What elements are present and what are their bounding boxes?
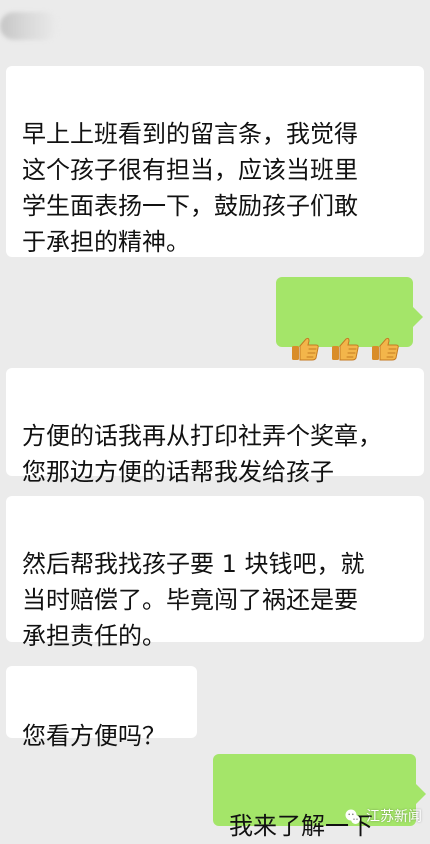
thumbs-up-icon: [331, 337, 359, 361]
message-text: 早上上班看到的留言条，我觉得 这个孩子很有担当，应该当班里 学生面表扬一下，鼓励…: [22, 120, 358, 256]
message-bubble-incoming: 然后帮我找孩子要 1 块钱吧，就 当时赔偿了。毕竟闯了祸还是要 承担责任的。: [6, 496, 424, 650]
wechat-icon: [345, 809, 360, 824]
source-watermark: 江苏新闻: [344, 808, 422, 826]
thumbs-up-icon: [291, 337, 319, 361]
thumbs-up-icon: [371, 337, 399, 361]
thumbs-up-emoji-row: [286, 325, 403, 371]
message-bubble-incoming: 早上上班看到的留言条，我觉得 这个孩子很有担当，应该当班里 学生面表扬一下，鼓励…: [6, 66, 424, 257]
message-bubble-incoming: 您看方便吗？: [6, 666, 197, 750]
message-text: 您看方便吗？: [22, 722, 166, 750]
message-bubble-incoming: 方便的话我再从打印社弄个奖章， 您那边方便的话帮我发给孩子: [6, 368, 424, 486]
message-text: 方便的话我再从打印社弄个奖章， 您那边方便的话帮我发给孩子: [22, 422, 382, 486]
blurred-sender-area: [0, 12, 58, 40]
message-bubble-outgoing: [276, 277, 423, 361]
message-text: 然后帮我找孩子要 1 块钱吧，就 当时赔偿了。毕竟闯了祸还是要 承担责任的。: [22, 550, 365, 650]
watermark-text: 江苏新闻: [366, 809, 422, 825]
